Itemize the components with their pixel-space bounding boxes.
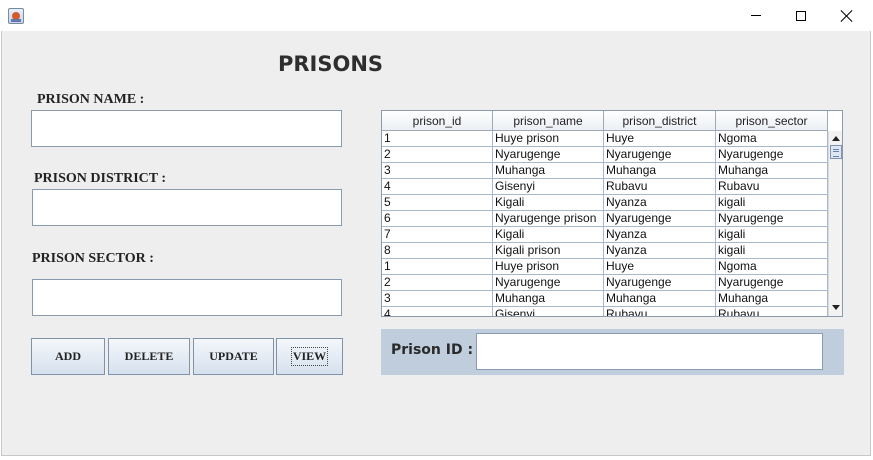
prison-id-label: Prison ID : bbox=[391, 342, 474, 358]
table-row[interactable]: 2 Nyarugenge Nyarugenge Nyarugenge bbox=[382, 147, 828, 163]
prisons-table: prison_id prison_name prison_district pr… bbox=[381, 110, 843, 317]
minimize-button[interactable] bbox=[733, 0, 779, 31]
table-cell[interactable]: Nyarugenge bbox=[493, 147, 604, 163]
table-cell[interactable]: kigali bbox=[716, 227, 828, 243]
table-row[interactable]: 6 Nyarugenge prison Nyarugenge Nyarugenge bbox=[382, 211, 828, 227]
arrow-down-icon[interactable] bbox=[832, 305, 840, 310]
table-row[interactable]: 1 Huye prison Huye Ngoma bbox=[382, 259, 828, 275]
table-cell[interactable]: 4 bbox=[382, 307, 493, 316]
table-cell[interactable]: Nyanza bbox=[604, 195, 716, 211]
table-body: 1 Huye prison Huye Ngoma 2 Nyarugenge Nyarugen… bbox=[382, 131, 828, 316]
update-button[interactable]: UPDATE bbox=[193, 338, 274, 375]
prison-id-input[interactable] bbox=[476, 333, 823, 370]
arrow-up-icon[interactable] bbox=[832, 136, 840, 141]
page-title: PRISONS bbox=[278, 52, 384, 76]
java-cup-icon bbox=[8, 8, 24, 24]
table-corner bbox=[828, 111, 842, 131]
table-cell[interactable]: Kigali bbox=[493, 195, 604, 211]
table-cell[interactable]: Rubavu bbox=[716, 179, 828, 195]
table-cell[interactable]: 2 bbox=[382, 275, 493, 291]
table-row[interactable]: 1 Huye prison Huye Ngoma bbox=[382, 131, 828, 147]
table-cell[interactable]: 3 bbox=[382, 291, 493, 307]
minimize-icon bbox=[751, 15, 761, 16]
prison-sector-label: PRISON SECTOR : bbox=[32, 251, 154, 266]
table-row[interactable]: 5 Kigali Nyanza kigali bbox=[382, 195, 828, 211]
table-cell[interactable]: 3 bbox=[382, 163, 493, 179]
prison-name-input[interactable] bbox=[31, 110, 342, 147]
scrollbar-thumb[interactable] bbox=[830, 145, 842, 159]
table-cell[interactable]: Nyanza bbox=[604, 227, 716, 243]
table-cell[interactable]: Huye bbox=[604, 131, 716, 147]
table-cell[interactable]: 8 bbox=[382, 243, 493, 259]
table-cell[interactable]: Nyanza bbox=[604, 243, 716, 259]
app-window: PRISONS PRISON NAME : PRISON DISTRICT : … bbox=[0, 0, 873, 460]
view-button[interactable]: VIEW bbox=[276, 338, 343, 375]
table-cell[interactable]: Nyarugenge bbox=[716, 275, 828, 291]
table-cell[interactable]: Rubavu bbox=[604, 307, 716, 316]
table-cell[interactable]: Nyarugenge bbox=[604, 211, 716, 227]
table-cell[interactable]: Muhanga bbox=[493, 163, 604, 179]
add-button[interactable]: ADD bbox=[31, 338, 105, 375]
table-cell[interactable]: Nyarugenge prison bbox=[493, 211, 604, 227]
table-cell[interactable]: 4 bbox=[382, 179, 493, 195]
table-cell[interactable]: Rubavu bbox=[716, 307, 828, 316]
table-cell[interactable]: Muhanga bbox=[716, 163, 828, 179]
table-cell[interactable]: 2 bbox=[382, 147, 493, 163]
table-cell[interactable]: kigali bbox=[716, 195, 828, 211]
view-button-label: VIEW bbox=[290, 347, 329, 366]
table-cell[interactable]: kigali bbox=[716, 243, 828, 259]
column-header-prison-id[interactable]: prison_id bbox=[382, 111, 493, 131]
table-row[interactable]: 4 Gisenyi Rubavu Rubavu bbox=[382, 179, 828, 195]
table-cell[interactable]: Nyarugenge bbox=[716, 211, 828, 227]
table-row[interactable]: 3 Muhanga Muhanga Muhanga bbox=[382, 291, 828, 307]
vertical-scrollbar[interactable] bbox=[828, 131, 842, 316]
column-header-prison-name[interactable]: prison_name bbox=[493, 111, 604, 131]
table-cell[interactable]: Nyarugenge bbox=[604, 147, 716, 163]
maximize-button[interactable] bbox=[778, 0, 824, 31]
table-cell[interactable]: Muhanga bbox=[716, 291, 828, 307]
table-cell[interactable]: Rubavu bbox=[604, 179, 716, 195]
table-cell[interactable]: Nyarugenge bbox=[604, 275, 716, 291]
table-cell[interactable]: Muhanga bbox=[604, 291, 716, 307]
column-header-prison-district[interactable]: prison_district bbox=[604, 111, 716, 131]
prison-sector-input[interactable] bbox=[32, 279, 342, 316]
table-row[interactable]: 4 Gisenyi Rubavu Rubavu bbox=[382, 307, 828, 316]
table-cell[interactable]: 6 bbox=[382, 211, 493, 227]
table-cell[interactable]: Huye prison bbox=[493, 131, 604, 147]
table-cell[interactable]: Gisenyi bbox=[493, 307, 604, 316]
table-cell[interactable]: Muhanga bbox=[493, 291, 604, 307]
table-cell[interactable]: 5 bbox=[382, 195, 493, 211]
prison-district-label: PRISON DISTRICT : bbox=[34, 171, 166, 186]
table-row[interactable]: 7 Kigali Nyanza kigali bbox=[382, 227, 828, 243]
table-cell[interactable]: Nyarugenge bbox=[493, 275, 604, 291]
prison-district-input[interactable] bbox=[32, 189, 342, 226]
table-cell[interactable]: Gisenyi bbox=[493, 179, 604, 195]
table-cell[interactable]: 7 bbox=[382, 227, 493, 243]
table-row[interactable]: 3 Muhanga Muhanga Muhanga bbox=[382, 163, 828, 179]
table-cell[interactable]: Ngoma bbox=[716, 131, 828, 147]
table-cell[interactable]: Ngoma bbox=[716, 259, 828, 275]
delete-button[interactable]: DELETE bbox=[108, 338, 190, 375]
table-cell[interactable]: 1 bbox=[382, 131, 493, 147]
table-cell[interactable]: Huye bbox=[604, 259, 716, 275]
close-button[interactable] bbox=[824, 0, 870, 31]
prison-name-label: PRISON NAME : bbox=[37, 92, 145, 107]
table-cell[interactable]: Muhanga bbox=[604, 163, 716, 179]
close-icon bbox=[841, 10, 853, 22]
prison-id-panel: Prison ID : bbox=[381, 329, 844, 375]
table-cell[interactable]: Nyarugenge bbox=[716, 147, 828, 163]
table-cell[interactable]: 1 bbox=[382, 259, 493, 275]
table-cell[interactable]: Huye prison bbox=[493, 259, 604, 275]
column-header-prison-sector[interactable]: prison_sector bbox=[716, 111, 828, 131]
title-bar bbox=[0, 0, 873, 31]
table-row[interactable]: 8 Kigali prison Nyanza kigali bbox=[382, 243, 828, 259]
table-cell[interactable]: Kigali bbox=[493, 227, 604, 243]
table-cell[interactable]: Kigali prison bbox=[493, 243, 604, 259]
table-header: prison_id prison_name prison_district pr… bbox=[382, 111, 828, 131]
maximize-icon bbox=[796, 10, 806, 21]
table-row[interactable]: 2 Nyarugenge Nyarugenge Nyarugenge bbox=[382, 275, 828, 291]
